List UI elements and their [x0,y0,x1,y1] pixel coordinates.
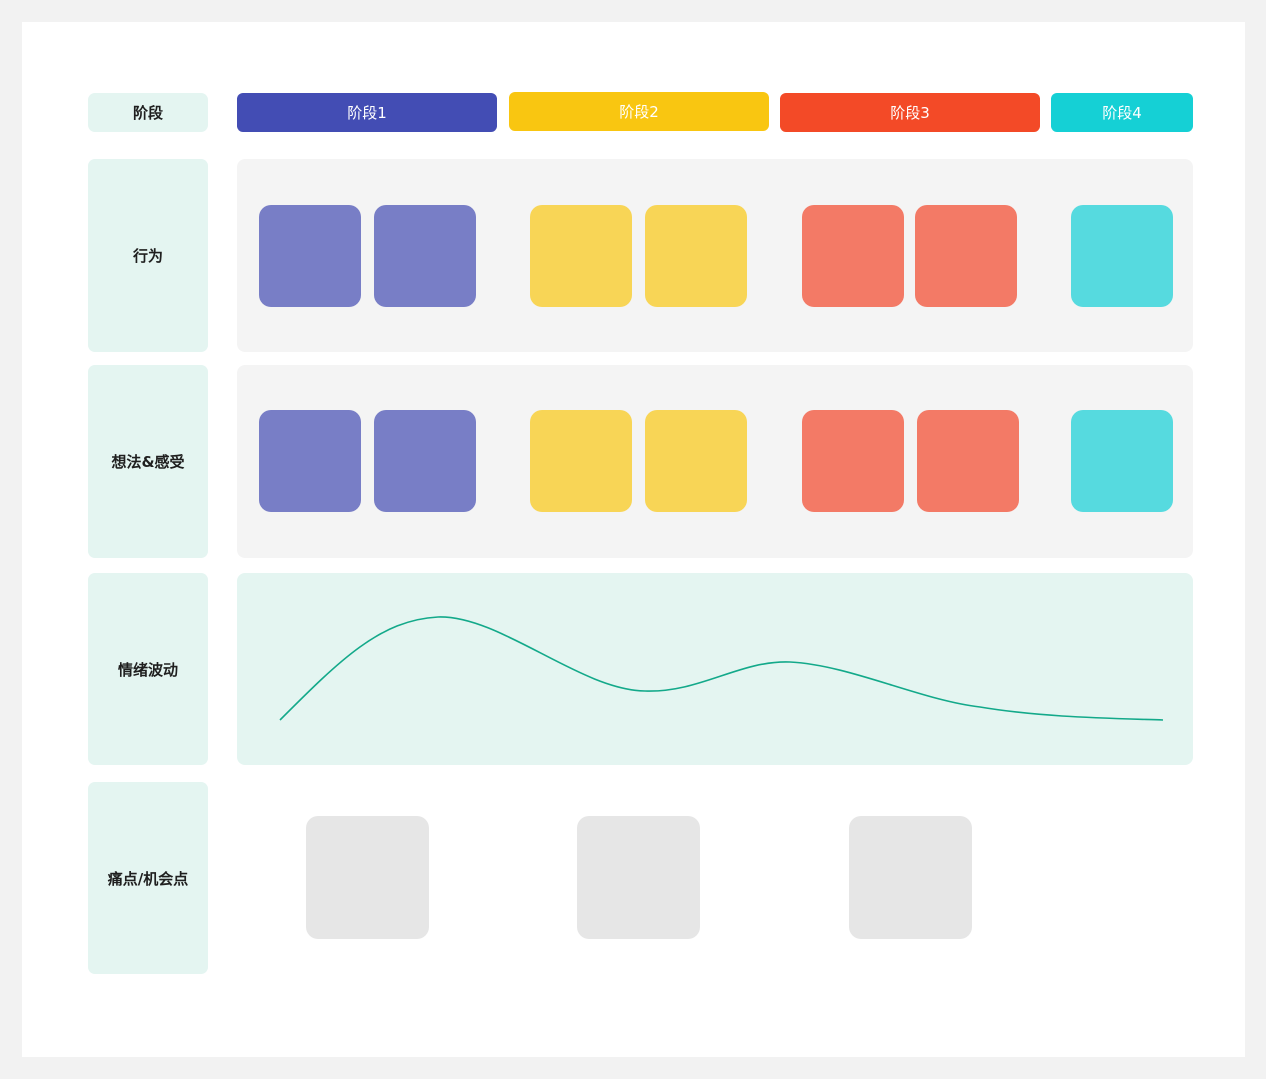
pain-point-card[interactable] [577,816,700,939]
pain-point-card[interactable] [849,816,972,939]
emotion-line [279,616,1164,721]
pain-point-card[interactable] [306,816,429,939]
